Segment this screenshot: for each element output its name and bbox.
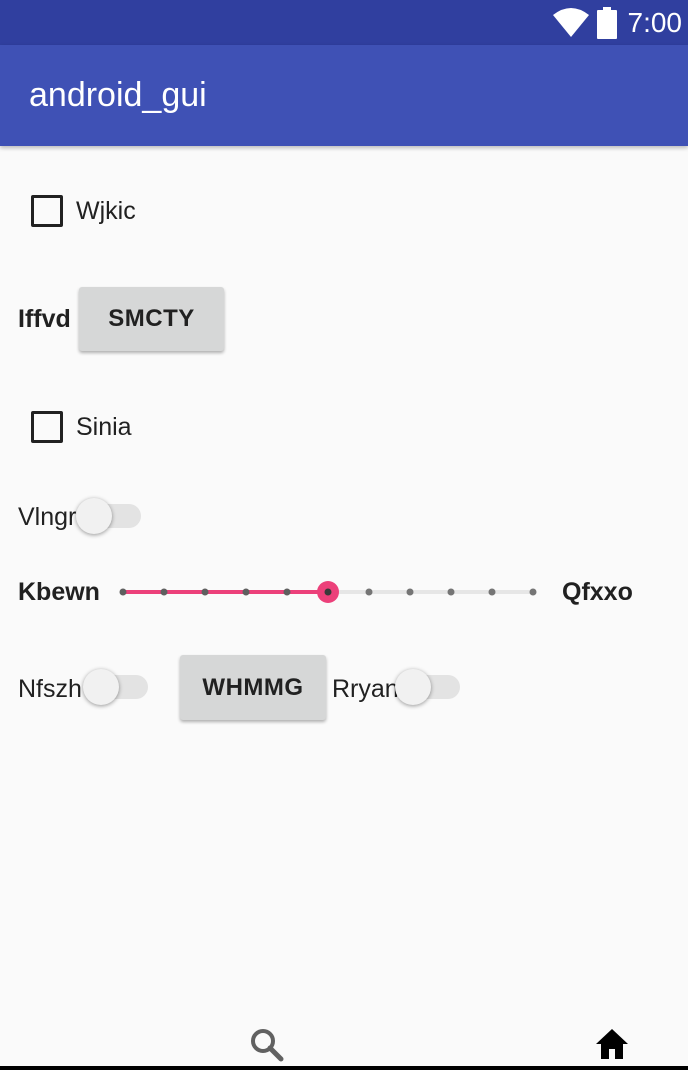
wifi-icon	[553, 8, 589, 37]
rryan-switch[interactable]	[395, 668, 461, 706]
rryan-label: Rryan	[332, 675, 399, 703]
nav-divider	[0, 1066, 688, 1070]
app-bar: android_gui	[0, 45, 688, 146]
seek-bar-tick	[529, 588, 537, 596]
search-icon[interactable]	[249, 1027, 285, 1063]
battery-icon	[597, 7, 617, 39]
whmmg-button[interactable]: WHMMG	[180, 655, 326, 720]
switch-thumb	[83, 669, 119, 705]
seek-bar[interactable]	[112, 577, 542, 607]
sinia-checkbox-label[interactable]: Sinia	[76, 412, 132, 442]
seek-bar-tick	[447, 588, 455, 596]
seek-bar-tick	[119, 588, 127, 596]
switch-thumb	[76, 498, 112, 534]
kbewn-label: Kbewn	[18, 578, 100, 606]
bottom-nav	[0, 1010, 688, 1070]
seek-bar-tick	[488, 588, 496, 596]
nfszh-label: Nfszh	[18, 675, 82, 703]
seek-bar-thumb-dot	[324, 588, 332, 596]
seek-bar-tick	[160, 588, 168, 596]
switch-thumb	[395, 669, 431, 705]
app-title: android_gui	[29, 76, 207, 114]
wjkic-checkbox[interactable]	[31, 195, 63, 227]
seek-bar-tick	[365, 588, 373, 596]
seek-bar-tick	[406, 588, 414, 596]
home-icon[interactable]	[594, 1027, 630, 1061]
iffvd-label: Iffvd	[18, 305, 71, 333]
smcty-button[interactable]: SMCTY	[79, 287, 224, 351]
vlngr-switch[interactable]	[76, 497, 142, 535]
wjkic-checkbox-label[interactable]: Wjkic	[76, 196, 136, 226]
vlngr-label: Vlngr	[18, 503, 77, 531]
sinia-checkbox[interactable]	[31, 411, 63, 443]
seek-bar-tick	[283, 588, 291, 596]
status-time: 7:00	[627, 7, 683, 38]
nfszh-switch[interactable]	[83, 668, 149, 706]
status-bar: 7:00	[0, 0, 688, 45]
seek-bar-tick	[201, 588, 209, 596]
qfxxo-label: Qfxxo	[562, 578, 633, 606]
seek-bar-tick	[242, 588, 250, 596]
